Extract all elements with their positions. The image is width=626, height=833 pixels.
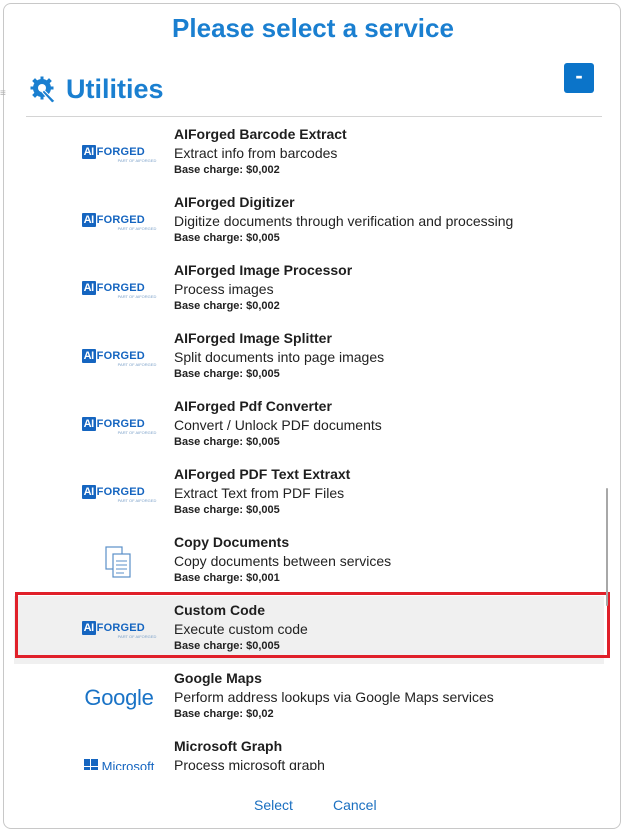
collapse-button[interactable]: - [564, 63, 594, 93]
aiforged-sub: PART OF AIFORGED [117, 498, 157, 503]
copy-documents-icon-svg [105, 546, 131, 578]
service-description: Perform address lookups via Google Maps … [174, 689, 494, 705]
google-logo: Google [74, 678, 164, 718]
service-description: Convert / Unlock PDF documents [174, 417, 382, 433]
service-name: Microsoft Graph [174, 738, 283, 754]
service-description: Copy documents between services [174, 553, 392, 569]
left-edge-marker: ≡ [0, 88, 6, 99]
aiforged-logo: AI FORGED PART OF AIFORGED [74, 134, 164, 174]
service-charge: Base charge: $0,001 [174, 572, 280, 584]
service-description: Split documents into page images [174, 349, 385, 365]
aiforged-text: FORGED [96, 486, 145, 498]
service-name: Copy Documents [174, 534, 290, 550]
service-row[interactable]: AI FORGED PART OF AIFORGED AIForged Pdf … [14, 392, 604, 460]
aiforged-text: FORGED [96, 282, 145, 294]
service-description: Digitize documents through verification … [174, 213, 514, 229]
aiforged-sub: PART OF AIFORGED [117, 226, 157, 231]
google-logo-text: Google [84, 685, 154, 710]
aiforged-text: FORGED [96, 350, 145, 362]
service-charge: Base charge: $0,005 [174, 368, 280, 380]
service-description: Process images [174, 281, 274, 297]
service-name: AIForged Pdf Converter [174, 398, 332, 414]
service-name: AIForged Image Splitter [174, 330, 332, 346]
selection-highlight-box [15, 592, 610, 658]
dialog-title: Please select a service [172, 13, 454, 43]
aiforged-text: FORGED [96, 418, 145, 430]
service-charge: Base charge: $0,002 [174, 164, 280, 176]
section-divider [26, 116, 602, 117]
aiforged-badge: AI [81, 485, 96, 499]
service-row[interactable]: AI FORGED PART OF AIFORGED AIForged Digi… [14, 188, 604, 256]
microsoft-logo-text: Microsoft [101, 758, 155, 771]
service-charge: Base charge: $0,002 [174, 300, 280, 312]
service-charge: Base charge: $0,005 [174, 504, 280, 516]
service-charge: Base charge: $0,005 [174, 436, 280, 448]
microsoft-grid-icon [83, 759, 98, 770]
service-charge: Base charge: $0,02 [174, 708, 274, 720]
aiforged-badge: AI [81, 349, 96, 363]
aiforged-text: FORGED [96, 146, 145, 158]
service-charge: Base charge: $0,005 [174, 232, 280, 244]
service-row[interactable]: AI FORGED PART OF AIFORGED AIForged Imag… [14, 324, 604, 392]
service-row[interactable]: AI FORGED PART OF AIFORGED AIForged Barc… [14, 120, 604, 188]
service-name: AIForged PDF Text Extraxt [174, 466, 351, 482]
aiforged-badge: AI [81, 213, 96, 227]
select-button[interactable]: Select [254, 797, 293, 813]
aiforged-sub: PART OF AIFORGED [117, 430, 157, 435]
aiforged-badge: AI [81, 145, 96, 159]
aiforged-sub: PART OF AIFORGED [117, 362, 157, 367]
aiforged-sub: PART OF AIFORGED [117, 158, 157, 163]
service-list[interactable]: AI FORGED PART OF AIFORGED AIForged Barc… [14, 120, 604, 770]
aiforged-badge: AI [81, 281, 96, 295]
scrollbar[interactable] [606, 488, 608, 606]
aiforged-logo: AI FORGED PART OF AIFORGED [74, 406, 164, 446]
service-row[interactable]: AI FORGED PART OF AIFORGED AIForged Imag… [14, 256, 604, 324]
copy-documents-icon [74, 542, 164, 582]
service-row[interactable]: Google Google Maps Perform address looku… [14, 664, 604, 732]
service-name: AIForged Digitizer [174, 194, 295, 210]
aiforged-text: FORGED [96, 214, 145, 226]
service-description: Extract info from barcodes [174, 145, 338, 161]
section-title: Utilities [66, 74, 164, 104]
aiforged-logo: AI FORGED PART OF AIFORGED [74, 202, 164, 242]
service-row[interactable]: Microsoft Microsoft Graph Process micros… [14, 732, 604, 770]
cancel-button[interactable]: Cancel [333, 797, 377, 813]
aiforged-badge: AI [81, 417, 96, 431]
service-name: Google Maps [174, 670, 262, 686]
service-description: Process microsoft graph [174, 757, 325, 770]
aiforged-sub: PART OF AIFORGED [117, 294, 157, 299]
aiforged-logo: AI FORGED PART OF AIFORGED [74, 270, 164, 310]
aiforged-logo: AI FORGED PART OF AIFORGED [74, 338, 164, 378]
service-description: Extract Text from PDF Files [174, 485, 345, 501]
service-name: AIForged Image Processor [174, 262, 353, 278]
service-row[interactable]: Copy Documents Copy documents between se… [14, 528, 604, 596]
service-name: AIForged Barcode Extract [174, 126, 347, 142]
service-row[interactable]: AI FORGED PART OF AIFORGED AIForged PDF … [14, 460, 604, 528]
aiforged-logo: AI FORGED PART OF AIFORGED [74, 474, 164, 514]
wrench-gear-icon [30, 76, 56, 104]
microsoft-logo: Microsoft [74, 746, 164, 770]
